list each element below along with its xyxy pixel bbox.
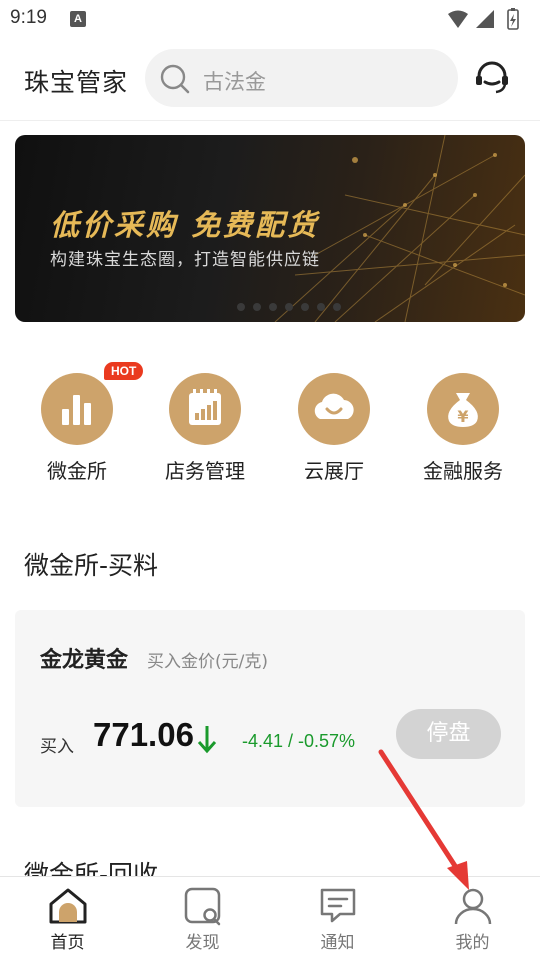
money-bag-icon: ¥ [448,393,478,427]
section-title: 微金所-买料 [24,551,159,580]
profile-icon [454,888,491,925]
status-indicators [446,8,526,36]
hot-badge: HOT [104,362,144,380]
banner-pagination [237,303,341,311]
tab-label: 我的 [455,933,490,953]
menu-item-weijinsuo[interactable]: HOT 微金所 [12,362,144,484]
banner-subtitle: 构建珠宝生态圈，打造智能供应链 [50,250,320,270]
banner-dot [333,303,341,311]
wifi-signal-battery-icons [448,8,519,30]
cloud-icon [314,393,354,419]
menu-label: 云展厅 [304,459,364,483]
product-name: 金龙黄金 [40,648,129,673]
status-time: 9:19 [10,7,47,28]
tab-label: 通知 [320,933,355,953]
menu-icon-circle [298,373,370,445]
search-input[interactable]: 古法金 [145,49,458,107]
feature-menu: HOT 微金所 店务管理 云展厅 ¥ 金融服务 [0,362,540,488]
discover-icon [184,887,220,926]
buy-label: 买入 [40,737,74,757]
customer-service-icon[interactable] [474,60,510,96]
banner-title: 低价采购 免费配货 [50,208,320,242]
message-icon [320,888,355,923]
banner-dot [269,303,277,311]
app-title: 珠宝管家 [24,68,129,97]
banner-dot [253,303,261,311]
banner-dot [301,303,309,311]
tab-home[interactable]: 首页 [0,877,135,961]
app-header: 珠宝管家 古法金 [0,38,540,121]
tab-label: 首页 [50,933,85,953]
home-icon [49,888,86,924]
tab-discover[interactable]: 发现 [135,877,270,961]
svg-text:¥: ¥ [457,407,468,426]
menu-item-store-management[interactable]: 店务管理 [140,368,270,484]
price-unit-label: 买入金价(元/克) [147,652,268,672]
bottom-tab-bar: 首页 发现 通知 我的 [0,876,540,961]
tab-label: 发现 [185,933,220,953]
bar-chart-icon [62,395,91,425]
banner-dot [317,303,325,311]
banner-dot [285,303,293,311]
menu-label: 金融服务 [423,459,503,483]
trading-halted-button[interactable]: 停盘 [396,709,501,759]
menu-item-cloud-showroom[interactable]: 云展厅 [269,368,399,484]
menu-icon-circle [169,373,241,445]
price-down-arrow-icon [197,726,217,754]
banner-dot [237,303,245,311]
promo-banner[interactable]: 低价采购 免费配货 构建珠宝生态圈，打造智能供应链 [15,135,525,322]
menu-item-finance-services[interactable]: ¥ 金融服务 [398,368,528,484]
price-change: -4.41 / -0.57% [242,731,356,751]
status-bar: 9:19 A [0,0,540,38]
menu-icon-circle [41,373,113,445]
notification-a-icon: A [70,11,86,27]
calendar-chart-icon [189,389,221,425]
menu-icon-circle: ¥ [427,373,499,445]
tab-profile[interactable]: 我的 [405,877,540,961]
tab-notifications[interactable]: 通知 [270,877,405,961]
menu-label: 微金所 [47,459,107,483]
search-icon [160,64,190,94]
gold-price-card[interactable]: 金龙黄金 买入金价(元/克) 买入 771.06 -4.41 / -0.57% … [15,610,525,807]
buy-price: 771.06 [93,716,194,753]
menu-label: 店务管理 [165,459,245,483]
search-placeholder: 古法金 [203,70,266,94]
